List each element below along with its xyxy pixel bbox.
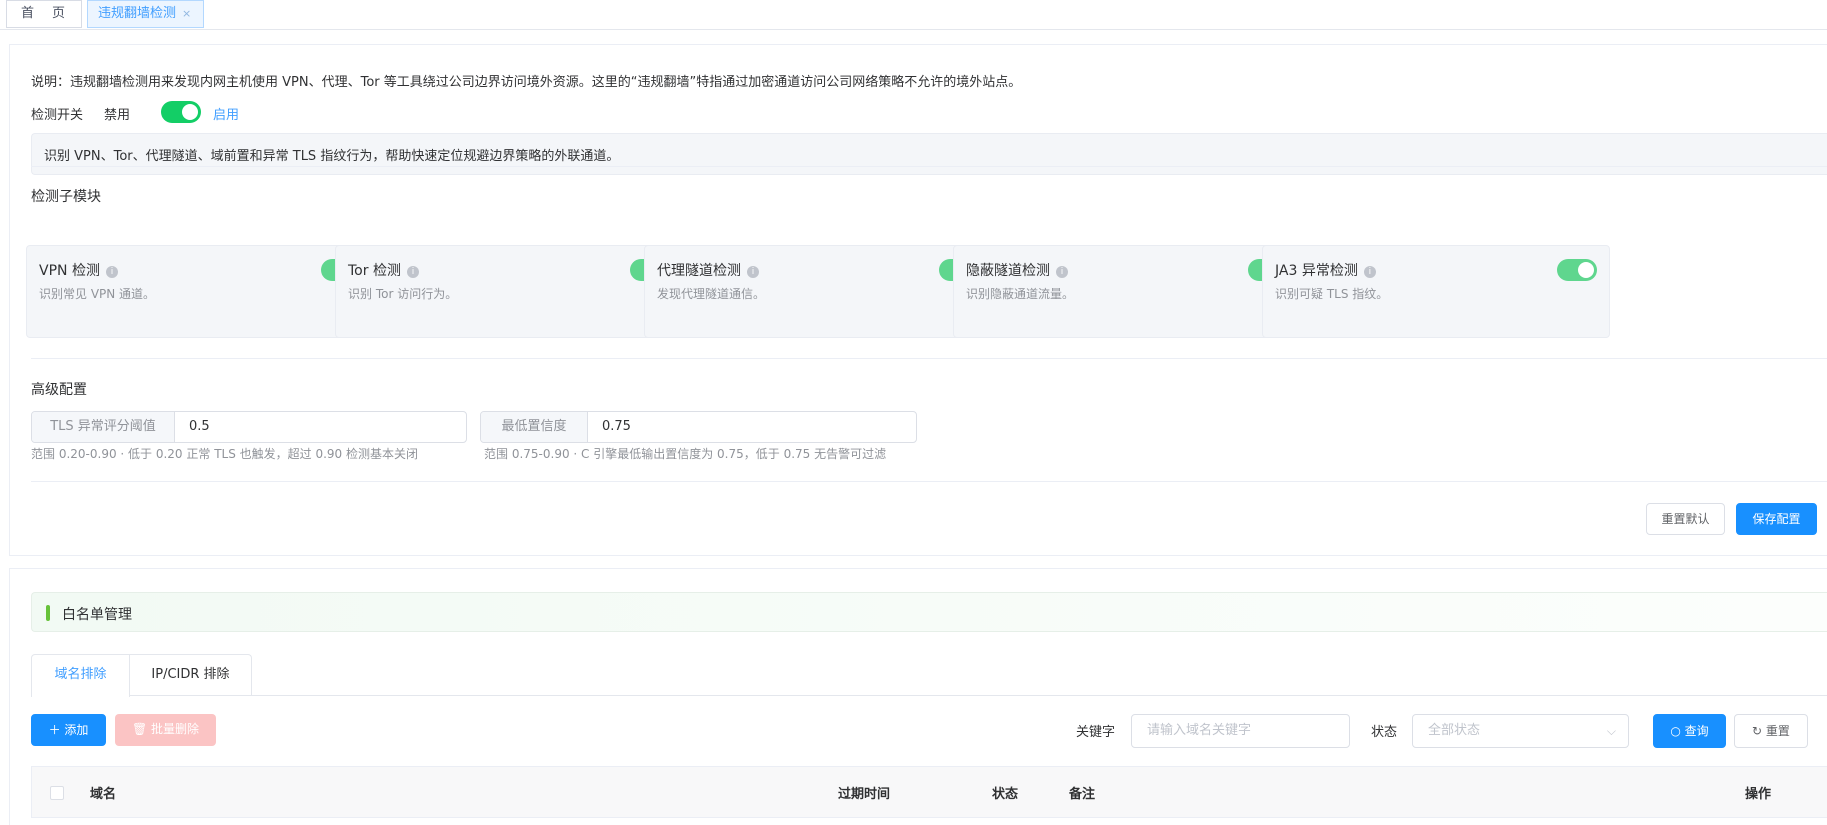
reset-label: 重置 [1765, 724, 1790, 738]
config-card: 说明：违规翻墙检测用来发现内网主机使用 VPN、代理、Tor 等工具绕过公司边界… [9, 44, 1827, 556]
module-title: JA3 异常检测 [1275, 263, 1358, 279]
tab-ip-exclusion[interactable]: IP/CIDR 排除 [129, 654, 252, 696]
chevron-down-icon: ⌵ [1606, 724, 1616, 738]
close-icon[interactable]: × [182, 1, 191, 27]
add-button[interactable]: ＋ 添加 [31, 714, 106, 746]
reset-default-button[interactable]: 重置默认 [1646, 503, 1725, 535]
min-confidence-group: 最低置信度 0.75 [480, 411, 917, 443]
whitelist-title: 白名单管理 [62, 607, 132, 623]
module-desc: 识别 Tor 访问行为。 [348, 287, 458, 301]
info-icon[interactable]: i [105, 266, 118, 278]
divider [31, 166, 1827, 167]
module-card-ja3: JA3 异常检测 i 识别可疑 TLS 指纹。 [1262, 245, 1610, 338]
col-domain: 域名 [90, 787, 117, 802]
switch-off-label: 禁用 [104, 108, 131, 123]
divider [31, 481, 1827, 482]
accent-bar [46, 605, 50, 621]
module-title: 代理隧道检测 [657, 263, 741, 279]
tls-threshold-group: TLS 异常评分阈值 0.5 [31, 411, 467, 443]
tls-threshold-input[interactable]: 0.5 [175, 412, 466, 442]
status-select[interactable]: 全部状态 ⌵ [1412, 714, 1629, 748]
refresh-icon: ↻ [1752, 724, 1766, 738]
min-confidence-label: 最低置信度 [481, 412, 588, 442]
query-button[interactable]: ○ 查询 [1653, 714, 1726, 748]
module-title: VPN 检测 [39, 263, 100, 279]
switch-on-label: 启用 [213, 108, 240, 123]
module-card-tor: Tor 检测 i 识别 Tor 访问行为。 [335, 245, 683, 338]
trash-icon: 🗑 [131, 722, 152, 736]
tls-threshold-label: TLS 异常评分阈值 [32, 412, 175, 442]
module-title: Tor 检测 [348, 263, 401, 279]
reset-button[interactable]: ↻ 重置 [1734, 714, 1808, 748]
module-desc: 识别隐蔽通道流量。 [966, 287, 1075, 301]
col-action: 操作 [1745, 787, 1772, 802]
status-select-value: 全部状态 [1428, 723, 1481, 738]
module-title: 隐蔽隧道检测 [966, 263, 1050, 279]
info-box: 识别 VPN、Tor、代理隧道、域前置和异常 TLS 指纹行为，帮助快速定位规避… [31, 133, 1827, 175]
col-expire: 过期时间 [838, 787, 891, 802]
select-all-checkbox[interactable] [50, 786, 64, 800]
col-remark: 备注 [1069, 787, 1096, 802]
tab-home[interactable]: 首页 [6, 0, 82, 28]
info-icon[interactable]: i [747, 266, 759, 278]
add-label: 添加 [64, 723, 89, 737]
search-icon: ○ [1670, 724, 1685, 738]
tab-domain-exclusion[interactable]: 域名排除 [31, 654, 130, 697]
info-icon[interactable]: i [1363, 266, 1376, 278]
tab-violation-detection[interactable]: 违规翻墙检测 × [87, 0, 204, 28]
tls-threshold-hint: 范围 0.20-0.90 · 低于 0.20 正常 TLS 也触发，超过 0.9… [31, 447, 418, 461]
switch-label: 检测开关 [31, 108, 84, 123]
col-status: 状态 [992, 787, 1019, 802]
info-icon[interactable]: i [406, 266, 419, 278]
keyword-input[interactable]: 请输入域名关键字 [1131, 714, 1350, 748]
description-text: 说明：违规翻墙检测用来发现内网主机使用 VPN、代理、Tor 等工具绕过公司边界… [31, 75, 1022, 90]
modules-title: 检测子模块 [31, 189, 101, 205]
query-label: 查询 [1684, 724, 1709, 738]
whitelist-tabs: 域名排除 IP/CIDR 排除 [31, 654, 1827, 697]
detection-toggle[interactable] [161, 101, 201, 123]
min-confidence-input[interactable]: 0.75 [588, 412, 916, 442]
batch-delete-button[interactable]: 🗑 批量删除 [115, 714, 216, 746]
whitelist-card: 白名单管理 域名排除 IP/CIDR 排除 ＋ 添加 🗑 批量删除 关键字 请输… [9, 568, 1827, 825]
tab-label: 违规翻墙检测 [98, 6, 177, 21]
module-card-covert: 隐蔽隧道检测 i 识别隐蔽通道流量。 [953, 245, 1301, 338]
ja3-toggle[interactable] [1557, 259, 1597, 281]
module-desc: 识别常见 VPN 通道。 [39, 287, 156, 301]
tags-view: 首页 违规翻墙检测 × [0, 0, 1827, 30]
table-header: 域名 过期时间 状态 备注 操作 [31, 766, 1827, 818]
min-confidence-hint: 范围 0.75-0.90 · C 引擎最低输出置信度为 0.75，低于 0.75… [484, 447, 887, 461]
module-desc: 发现代理隧道通信。 [657, 287, 766, 301]
module-desc: 识别可疑 TLS 指纹。 [1275, 287, 1389, 301]
status-label: 状态 [1371, 725, 1398, 740]
module-card-proxy: 代理隧道检测 i 发现代理隧道通信。 [644, 245, 992, 338]
advanced-title: 高级配置 [31, 382, 87, 398]
module-card-vpn: VPN 检测 i 识别常见 VPN 通道。 [26, 245, 374, 338]
whitelist-header: 白名单管理 [31, 592, 1827, 632]
keyword-label: 关键字 [1076, 725, 1116, 740]
divider [31, 358, 1827, 359]
plus-icon: ＋ [48, 723, 65, 737]
info-icon[interactable]: i [1056, 266, 1068, 278]
save-config-button[interactable]: 保存配置 [1736, 503, 1817, 535]
batch-delete-label: 批量删除 [151, 722, 200, 736]
